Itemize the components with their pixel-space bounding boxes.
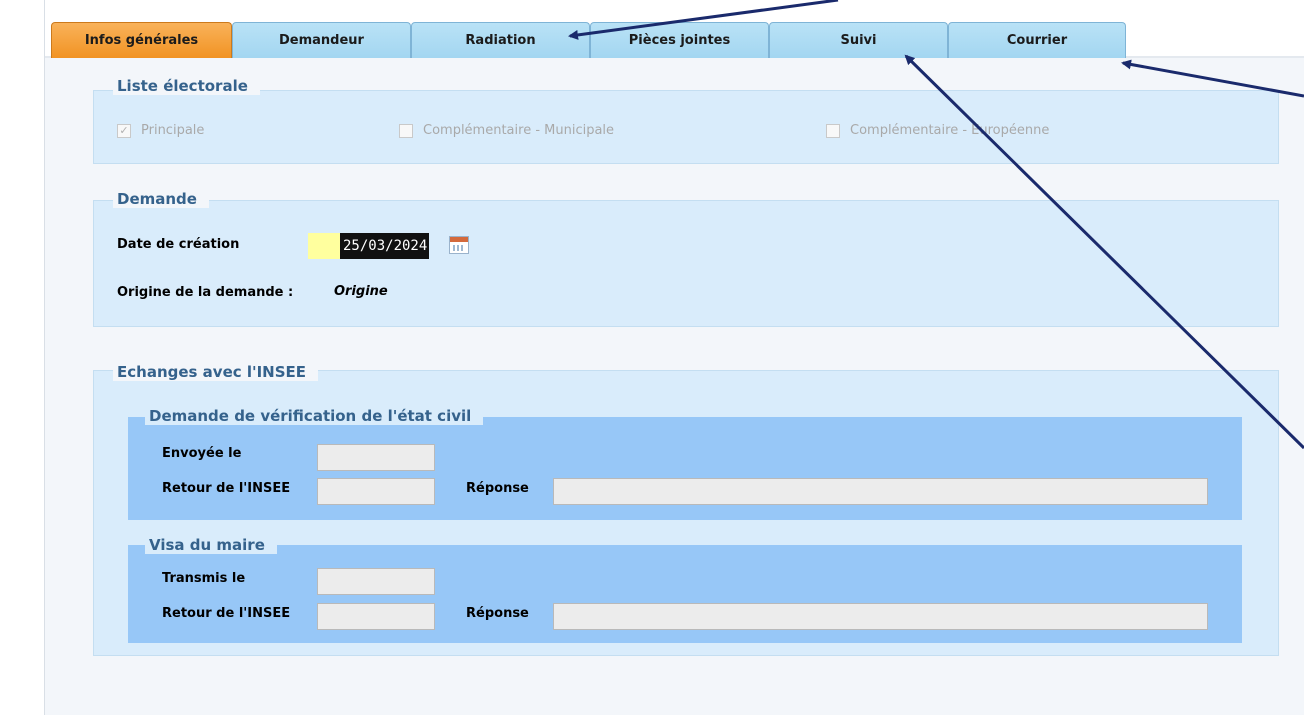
checkbox-box [826, 123, 840, 138]
verification-retour-field[interactable] [317, 478, 435, 505]
tab-radiation[interactable]: Radiation [411, 22, 590, 58]
checkbox-europeenne-label: Complémentaire - Européenne [850, 123, 1050, 138]
envoyee-le-field[interactable] [317, 444, 435, 471]
date-creation-value: 25/03/2024 [340, 233, 430, 259]
visa-maire-legend: Visa du maire [145, 536, 277, 554]
visa-reponse-field[interactable] [553, 603, 1208, 630]
date-creation-label: Date de création [117, 237, 240, 252]
checkbox-principale[interactable]: ✓ Principale [117, 123, 204, 138]
checkbox-box [399, 123, 413, 138]
tab-infos-generales[interactable]: Infos générales [51, 22, 232, 58]
demande-legend: Demande [113, 190, 209, 208]
origine-value: Origine [334, 284, 388, 299]
check-icon: ✓ [117, 123, 131, 138]
date-creation-input[interactable]: 25/03/2024 [308, 233, 430, 259]
verification-retour-label: Retour de l'INSEE [162, 481, 291, 496]
visa-retour-field[interactable] [317, 603, 435, 630]
origine-label: Origine de la demande : [117, 285, 294, 300]
visa-reponse-label: Réponse [466, 606, 529, 621]
tab-courrier[interactable]: Courrier [948, 22, 1126, 58]
checkbox-complementaire-europeenne[interactable]: Complémentaire - Européenne [826, 123, 1049, 138]
tab-suivi[interactable]: Suivi [769, 22, 948, 58]
insee-legend: Echanges avec l'INSEE [113, 363, 319, 381]
checkbox-complementaire-municipale[interactable]: Complémentaire - Municipale [399, 123, 614, 138]
transmis-le-field[interactable] [317, 568, 435, 595]
liste-electorale-legend: Liste électorale [113, 77, 260, 95]
date-field-padding [308, 233, 340, 259]
verification-reponse-label: Réponse [466, 481, 529, 496]
checkbox-principale-label: Principale [141, 123, 205, 138]
envoyee-le-label: Envoyée le [162, 446, 242, 461]
calendar-icon[interactable] [449, 236, 469, 254]
verification-reponse-field[interactable] [553, 478, 1208, 505]
visa-retour-label: Retour de l'INSEE [162, 606, 291, 621]
liste-electorale-group [93, 90, 1279, 164]
checkbox-municipale-label: Complémentaire - Municipale [423, 123, 615, 138]
demande-group [93, 200, 1279, 327]
tab-demandeur[interactable]: Demandeur [232, 22, 411, 58]
tab-pieces-jointes[interactable]: Pièces jointes [590, 22, 769, 58]
verification-legend: Demande de vérification de l'état civil [145, 407, 484, 425]
transmis-le-label: Transmis le [162, 571, 246, 586]
